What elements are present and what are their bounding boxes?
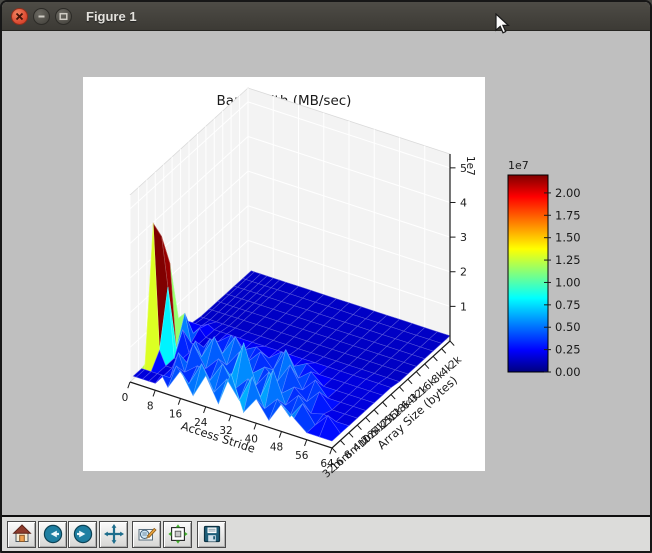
colorbar-tick-label: 1.50 [555,231,581,245]
figure-canvas[interactable]: Bandwidth (MB/sec)081624324048566432m16m… [3,32,649,519]
maximize-icon [58,11,69,22]
x-tick-label: 16 [169,409,183,421]
move-arrows-icon [103,523,125,545]
x-tick-label: 48 [270,442,283,454]
close-icon [14,11,25,22]
colorbar-tick-label: 2.00 [555,186,581,200]
pan-button[interactable] [99,521,128,548]
z-tick-label: 4 [460,196,467,209]
arrow-right-circle-icon [72,523,94,545]
floppy-disk-icon [201,523,223,545]
home-icon [11,523,33,545]
configure-subplots-icon [167,523,189,545]
save-button[interactable] [197,521,226,548]
maximize-button[interactable] [55,8,72,25]
close-button[interactable] [11,8,28,25]
titlebar[interactable]: Figure 1 [2,2,650,31]
colorbar-tick-label: 1.75 [555,208,581,222]
z-offset-text: 1e7 [464,156,476,176]
z-tick-label: 3 [460,231,467,244]
z-tick-label: 2 [460,266,467,279]
app-window: Figure 1 Bandwidth (MB/sec)0816243240485… [0,0,652,553]
x-tick-label: 56 [295,450,309,462]
zoom-rect-pencil-icon [136,523,158,545]
colorbar-tick-label: 1.00 [555,275,581,289]
zoom-button[interactable] [132,521,161,548]
plot-toolbar [2,515,650,551]
forward-button[interactable] [68,521,97,548]
colorbar-tick-label: 1.25 [555,253,581,267]
minimize-icon [36,11,47,22]
colorbar-tick-label: 0.00 [555,365,581,379]
colorbar-tick-label: 0.75 [555,298,581,312]
colorbar-tick-label: 0.25 [555,343,581,357]
minimize-button[interactable] [33,8,50,25]
arrow-left-circle-icon [42,523,64,545]
x-tick-label: 0 [122,392,129,404]
z-tick-label: 1 [460,300,467,313]
back-button[interactable] [38,521,67,548]
home-button[interactable] [7,521,36,548]
colorbar-tick-label: 0.50 [555,320,581,334]
x-tick-label: 8 [147,400,154,412]
window-title: Figure 1 [86,9,137,24]
subplots-button[interactable] [163,521,192,548]
figure-canvas-area: Bandwidth (MB/sec)081624324048566432m16m… [2,31,650,519]
colorbar-offset-text: 1e7 [508,159,529,172]
